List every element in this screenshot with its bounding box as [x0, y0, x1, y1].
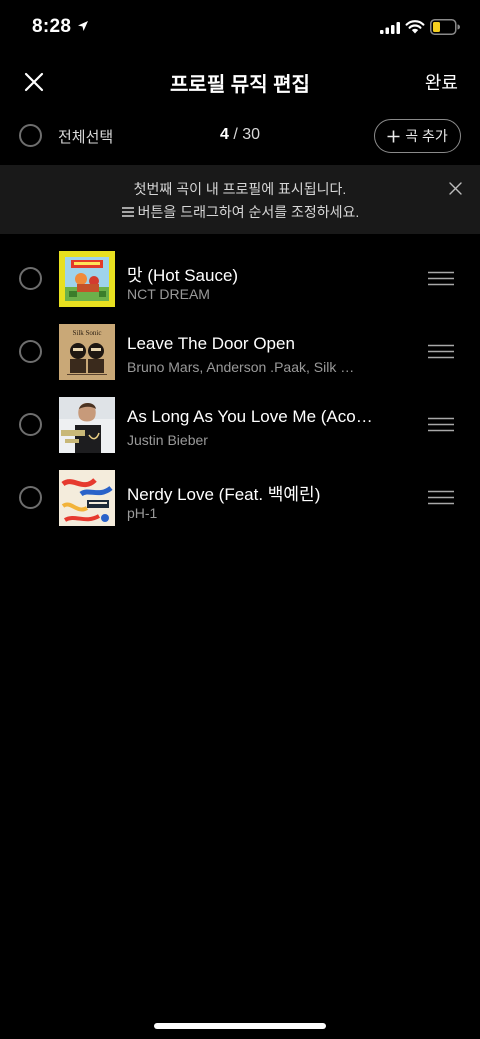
drag-handle-icon: [121, 207, 134, 217]
album-art: [59, 251, 115, 307]
song-title: Leave The Door Open: [127, 334, 295, 353]
cellular-signal-icon: [380, 22, 400, 34]
add-song-button[interactable]: 곡 추가: [374, 119, 461, 153]
song-list: 맛 (Hot Sauce) NCT DREAM Silk Sonic Leave…: [0, 245, 480, 537]
song-select-radio[interactable]: [19, 486, 42, 509]
song-artist: Justin Bieber: [127, 432, 208, 448]
add-song-label: 곡 추가: [405, 128, 448, 144]
selected-count-value: 4: [219, 126, 229, 143]
total-count-value: 30: [242, 126, 261, 143]
song-row: As Long As You Love Me (Acoustic Version…: [0, 391, 480, 464]
song-row: Nerdy Love (Feat. 백예린) pH-1: [0, 464, 480, 537]
battery-icon: [430, 19, 460, 35]
notice-text-line1: 첫번째 곡이 내 프로필에 표시됩니다.: [133, 181, 347, 197]
song-select-radio[interactable]: [19, 340, 42, 363]
album-art: [59, 470, 115, 526]
drag-handle-icon[interactable]: [428, 490, 454, 505]
notice-text-line2-label: 버튼을 드래그하여 순서를 조정하세요.: [137, 204, 360, 220]
close-notice-icon[interactable]: [449, 182, 462, 195]
home-indicator: [154, 1023, 326, 1029]
song-select-radio[interactable]: [19, 413, 42, 436]
song-row: Silk Sonic Leave The Door Open Bruno Mar…: [0, 318, 480, 391]
album-art: Silk Sonic: [59, 324, 115, 380]
drag-handle-icon[interactable]: [428, 417, 454, 432]
song-artist: Bruno Mars, Anderson .Paak, Silk Sonic: [127, 359, 362, 375]
album-art-believe: [59, 397, 115, 453]
album-art-text: Silk Sonic: [73, 329, 102, 337]
song-title: Nerdy Love (Feat. 백예린): [127, 485, 321, 504]
status-bar: 8:28: [0, 0, 480, 58]
song-select-radio[interactable]: [19, 267, 42, 290]
album-art-hot-sauce: [59, 251, 115, 307]
wifi-icon: [405, 20, 425, 34]
drag-handle-icon[interactable]: [428, 344, 454, 359]
plus-icon: [387, 130, 400, 142]
selection-bar: 전체선택 4 / 30 곡 추가: [0, 114, 480, 158]
page-title: 프로필 뮤직 편집: [170, 74, 310, 96]
location-arrow-icon: [78, 21, 88, 31]
album-art: [59, 397, 115, 453]
notice-text-line2: 버튼을 드래그하여 순서를 조정하세요.: [0, 202, 480, 222]
status-time: 8:28: [32, 16, 72, 37]
song-title: As Long As You Love Me (Acoustic Version…: [127, 407, 377, 426]
count-separator: /: [228, 126, 243, 143]
album-art-silk-sonic: Silk Sonic: [59, 324, 115, 380]
album-art-nerdy-love: [59, 470, 115, 526]
drag-handle-icon[interactable]: [428, 271, 454, 286]
song-row: 맛 (Hot Sauce) NCT DREAM: [0, 245, 480, 318]
song-title: 맛 (Hot Sauce): [127, 266, 239, 285]
song-artist: pH-1: [127, 505, 158, 521]
notice-banner: 첫번째 곡이 내 프로필에 표시됩니다. 버튼을 드래그하여 순서를 조정하세요…: [0, 165, 480, 234]
done-button[interactable]: 완료: [425, 69, 458, 95]
header: 프로필 뮤직 편집 완료: [0, 58, 480, 106]
song-artist: NCT DREAM: [127, 286, 210, 302]
